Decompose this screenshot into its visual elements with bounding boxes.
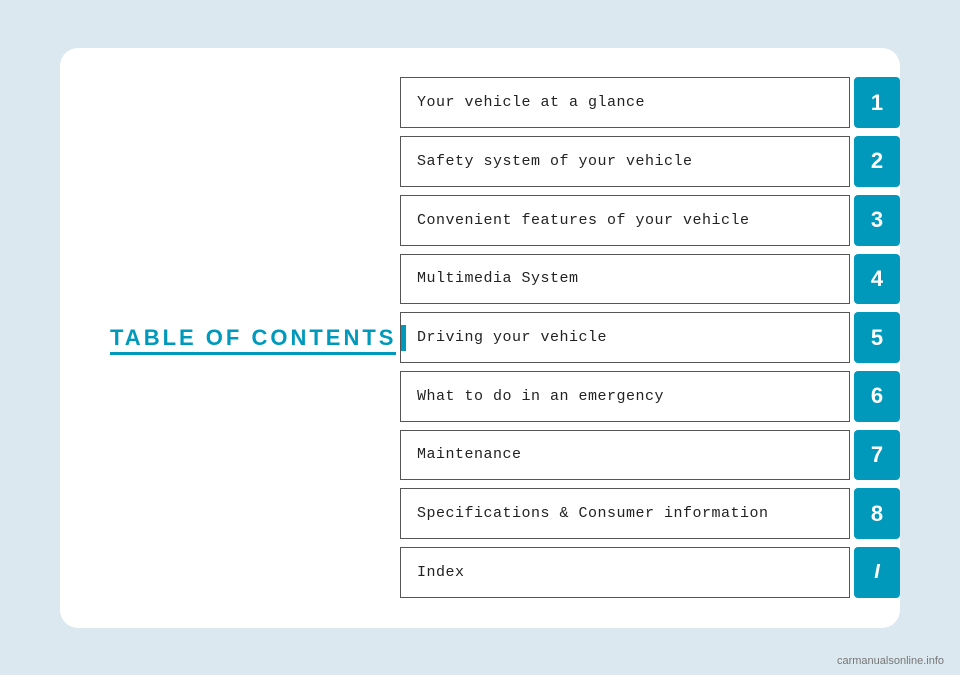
watermark: carmanualsonline.info [837,655,944,667]
white-card: TABLE OF CONTENTS Your vehicle at a glan… [60,48,900,628]
toc-number-2: 2 [854,136,900,187]
toc-underline [110,352,396,355]
toc-row[interactable]: Multimedia System4 [400,254,900,305]
toc-row[interactable]: Safety system of your vehicle2 [400,136,900,187]
toc-item-2: Safety system of your vehicle [400,136,850,187]
toc-row[interactable]: What to do in an emergency6 [400,371,900,422]
toc-row[interactable]: Maintenance7 [400,430,900,481]
toc-title-wrapper: TABLE OF CONTENTS [110,325,396,351]
toc-item-8: Specifications & Consumer information [400,488,850,539]
toc-item-4: Multimedia System [400,254,850,305]
toc-item-3: Convenient features of your vehicle [400,195,850,246]
toc-item-6: What to do in an emergency [400,371,850,422]
toc-number-4: 4 [854,254,900,305]
toc-row[interactable]: Your vehicle at a glance1 [400,77,900,128]
toc-number-6: 6 [854,371,900,422]
toc-row[interactable]: IndexI [400,547,900,598]
toc-number-1: 1 [854,77,900,128]
toc-title: TABLE OF CONTENTS [110,325,396,351]
toc-number-7: 7 [854,430,900,481]
toc-row[interactable]: Driving your vehicle5 [400,312,900,363]
toc-row[interactable]: Specifications & Consumer information8 [400,488,900,539]
left-panel: TABLE OF CONTENTS [60,48,400,628]
page-container: TABLE OF CONTENTS Your vehicle at a glan… [0,0,960,675]
toc-row[interactable]: Convenient features of your vehicle3 [400,195,900,246]
toc-number-8: 8 [854,488,900,539]
toc-accent-bar [401,325,406,351]
toc-number-3: 3 [854,195,900,246]
toc-item-7: Maintenance [400,430,850,481]
toc-item-9: Index [400,547,850,598]
toc-item-1: Your vehicle at a glance [400,77,850,128]
toc-number-5: 5 [854,312,900,363]
toc-item-5: Driving your vehicle [400,312,850,363]
toc-number-9: I [854,547,900,598]
toc-list: Your vehicle at a glance1Safety system o… [400,48,900,628]
